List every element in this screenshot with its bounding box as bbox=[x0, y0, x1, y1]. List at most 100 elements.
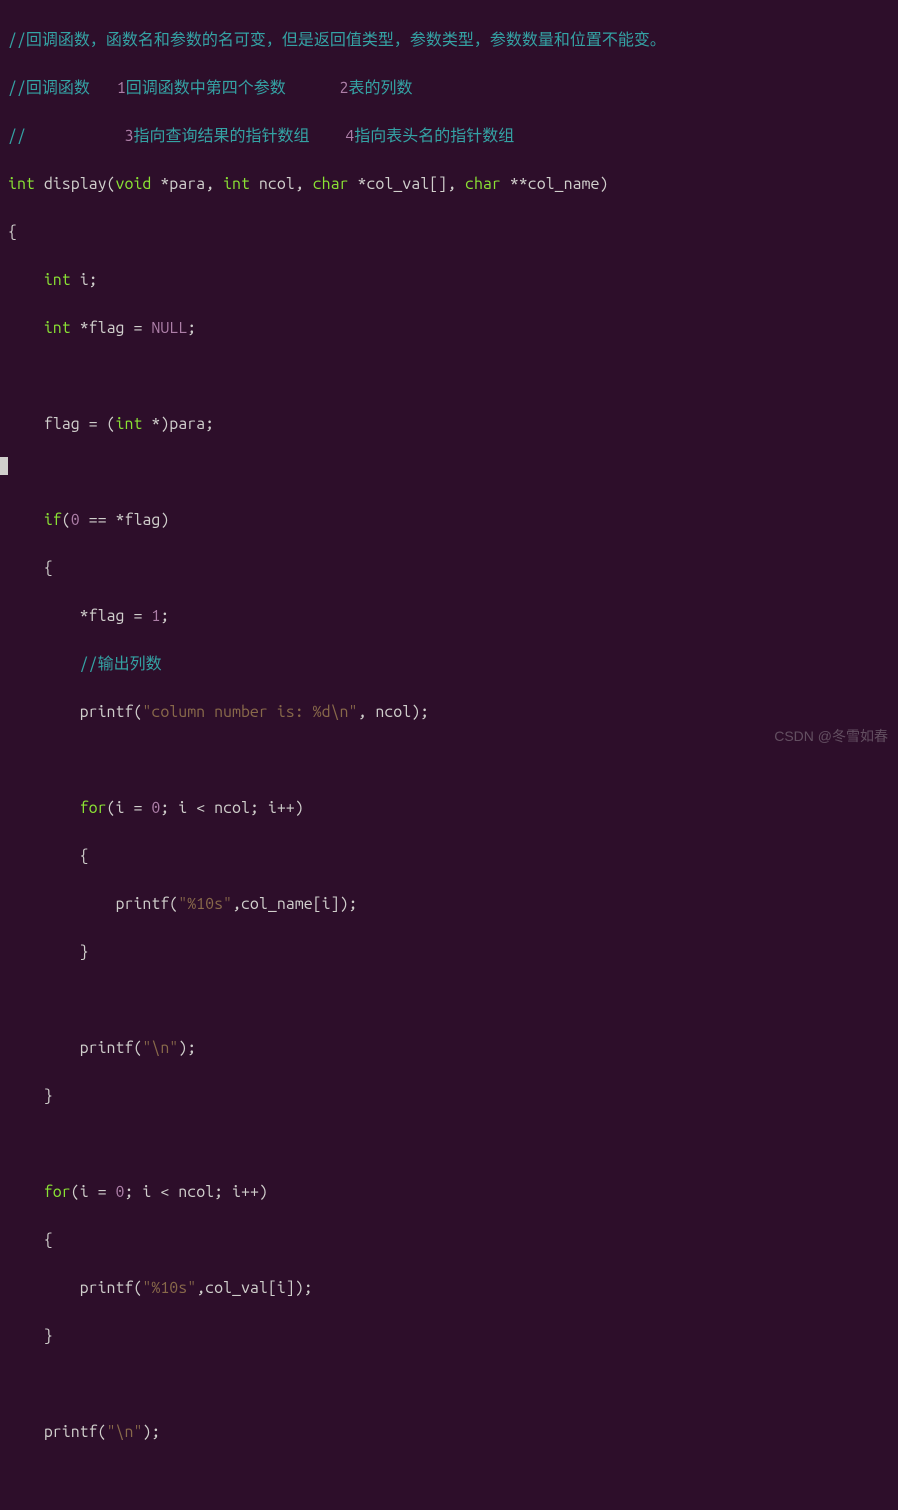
code-line: int *flag = NULL; bbox=[8, 316, 890, 340]
code-line bbox=[8, 1132, 890, 1156]
identifier: printf( bbox=[8, 1423, 107, 1441]
indent bbox=[8, 511, 44, 529]
watermark-text: CSDN @冬雪如春 bbox=[774, 726, 888, 747]
identifier: (i = bbox=[71, 1183, 116, 1201]
brace: { bbox=[8, 223, 17, 241]
comment-text: 指向表头名的指针数组 bbox=[354, 127, 514, 145]
code-line bbox=[8, 988, 890, 1012]
keyword: if bbox=[44, 511, 62, 529]
identifier: *flag = bbox=[8, 607, 151, 625]
code-line: printf("\n"); bbox=[8, 1036, 890, 1060]
identifier: *col_val[], bbox=[349, 175, 465, 193]
code-line: { bbox=[8, 1228, 890, 1252]
string-literal: "column number is: %d\n" bbox=[142, 703, 357, 721]
indent bbox=[8, 1183, 44, 1201]
type-keyword: char bbox=[465, 175, 501, 193]
string-literal: "%10s" bbox=[142, 1279, 196, 1297]
identifier: == *flag) bbox=[80, 511, 170, 529]
code-line: printf("%10s",col_val[i]); bbox=[8, 1276, 890, 1300]
indent bbox=[8, 319, 44, 337]
code-line: int i; bbox=[8, 268, 890, 292]
code-line: { bbox=[8, 220, 890, 244]
indent bbox=[8, 271, 44, 289]
comment-num: 4 bbox=[345, 127, 354, 145]
identifier: ncol, bbox=[250, 175, 313, 193]
identifier: display( bbox=[35, 175, 116, 193]
keyword: for bbox=[80, 799, 107, 817]
comment-text: 指向查询结果的指针数组 bbox=[133, 127, 345, 145]
brace: } bbox=[8, 1327, 53, 1345]
identifier: ); bbox=[178, 1039, 196, 1057]
code-line: //回调函数 1回调函数中第四个参数 2表的列数 bbox=[8, 76, 890, 100]
identifier: , ncol); bbox=[357, 703, 429, 721]
identifier: ,col_name[i]); bbox=[232, 895, 357, 913]
identifier: printf( bbox=[8, 703, 142, 721]
code-line: *flag = 1; bbox=[8, 604, 890, 628]
comment-text: //回调函数，函数名和参数的名可变，但是返回值类型，参数类型，参数数量和位置不能… bbox=[8, 31, 666, 49]
code-line: printf("\n"); bbox=[8, 1420, 890, 1444]
identifier: *)para; bbox=[142, 415, 214, 433]
code-line bbox=[8, 748, 890, 772]
string-literal: "\n" bbox=[107, 1423, 143, 1441]
code-line: if(0 == *flag) bbox=[8, 508, 890, 532]
identifier: ; i < ncol; i++) bbox=[160, 799, 303, 817]
comment-text: //输出列数 bbox=[8, 655, 162, 673]
code-line bbox=[8, 364, 890, 388]
string-literal: "%10s" bbox=[178, 895, 232, 913]
null-literal: NULL bbox=[151, 319, 187, 337]
brace: { bbox=[8, 847, 89, 865]
string-literal: "\n" bbox=[142, 1039, 178, 1057]
brace: } bbox=[8, 943, 89, 961]
code-line bbox=[8, 1372, 890, 1396]
text-cursor bbox=[0, 457, 8, 475]
identifier: ); bbox=[142, 1423, 160, 1441]
type-keyword: void bbox=[116, 175, 152, 193]
identifier: printf( bbox=[8, 895, 178, 913]
code-line: printf("column number is: %d\n", ncol); bbox=[8, 700, 890, 724]
code-line bbox=[8, 1468, 890, 1492]
indent bbox=[8, 799, 80, 817]
number: 1 bbox=[151, 607, 160, 625]
code-line: { bbox=[8, 556, 890, 580]
type-keyword: int bbox=[223, 175, 250, 193]
code-line: //输出列数 bbox=[8, 652, 890, 676]
code-line: { bbox=[8, 844, 890, 868]
code-line: for(i = 0; i < ncol; i++) bbox=[8, 1180, 890, 1204]
code-editor[interactable]: //回调函数，函数名和参数的名可变，但是返回值类型，参数类型，参数数量和位置不能… bbox=[8, 4, 890, 1510]
code-line: } bbox=[8, 940, 890, 964]
identifier: i; bbox=[71, 271, 98, 289]
identifier: printf( bbox=[8, 1039, 142, 1057]
code-line: } bbox=[8, 1084, 890, 1108]
comment-text: // bbox=[8, 127, 124, 145]
type-keyword: int bbox=[8, 175, 35, 193]
comment-num: 2 bbox=[340, 79, 349, 97]
brace: { bbox=[8, 559, 53, 577]
identifier: (i = bbox=[107, 799, 152, 817]
identifier: ; i < ncol; i++) bbox=[125, 1183, 268, 1201]
paren: ( bbox=[62, 511, 71, 529]
number: 0 bbox=[116, 1183, 125, 1201]
semicolon: ; bbox=[187, 319, 196, 337]
code-line: printf("%10s",col_name[i]); bbox=[8, 892, 890, 916]
code-line bbox=[8, 460, 890, 484]
comment-text: 回调函数中第四个参数 bbox=[126, 79, 340, 97]
identifier: printf( bbox=[8, 1279, 142, 1297]
type-keyword: int bbox=[44, 319, 71, 337]
identifier: ,col_val[i]); bbox=[196, 1279, 312, 1297]
keyword: for bbox=[44, 1183, 71, 1201]
comment-num: 1 bbox=[117, 79, 126, 97]
identifier: **col_name) bbox=[501, 175, 609, 193]
number: 0 bbox=[151, 799, 160, 817]
comment-text: 表的列数 bbox=[349, 79, 413, 97]
identifier: *flag = bbox=[71, 319, 152, 337]
comment-text: //回调函数 bbox=[8, 79, 117, 97]
code-line: for(i = 0; i < ncol; i++) bbox=[8, 796, 890, 820]
semicolon: ; bbox=[160, 607, 169, 625]
type-keyword: int bbox=[116, 415, 143, 433]
code-line: // 3指向查询结果的指针数组 4指向表头名的指针数组 bbox=[8, 124, 890, 148]
code-line: flag = (int *)para; bbox=[8, 412, 890, 436]
type-keyword: char bbox=[313, 175, 349, 193]
code-line: } bbox=[8, 1324, 890, 1348]
code-line: int display(void *para, int ncol, char *… bbox=[8, 172, 890, 196]
brace: } bbox=[8, 1087, 53, 1105]
